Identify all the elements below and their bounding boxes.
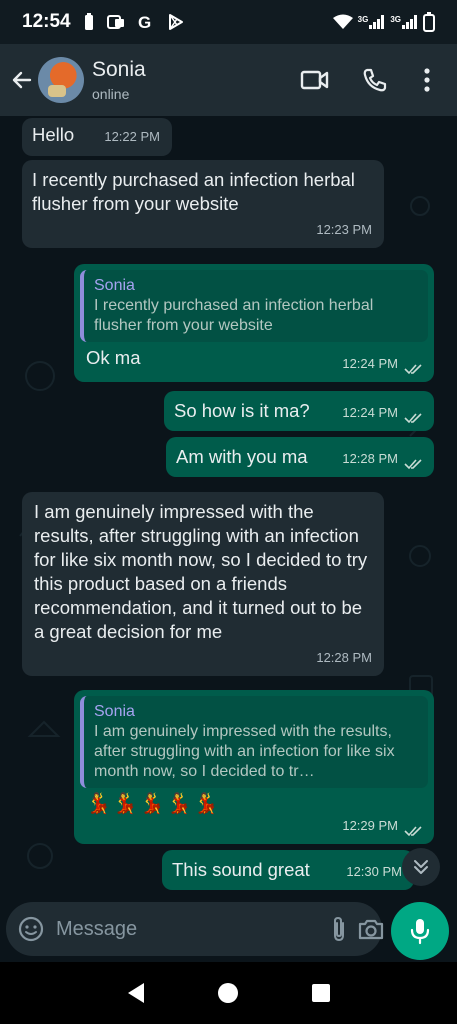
camera-icon [358,919,384,940]
microphone-icon [410,919,430,945]
more-vertical-icon [424,68,430,92]
emoji-button[interactable] [18,909,44,949]
quote-text: I am genuinely impressed with the result… [94,723,395,780]
composer-bar [0,902,457,960]
emoji-icon [18,916,44,942]
nav-home-button[interactable] [208,973,248,1013]
contact-name: Sonia [92,58,146,81]
message-time: 12:28 PM [342,451,398,466]
svg-text:G: G [138,13,151,31]
network-type-label: 3G [357,15,369,24]
message-text: This sound great [172,859,310,880]
avatar[interactable] [38,57,84,103]
signal-icon-2: 3G [390,15,418,29]
read-ticks-icon [404,826,422,837]
status-time: 12:54 [22,11,71,32]
google-icon: G [137,13,155,31]
play-store-icon [167,13,185,31]
signal-icon-1: 3G [358,15,386,29]
wifi-icon [332,14,353,30]
message-bubble-incoming[interactable]: I am genuinely impressed with the result… [22,492,384,676]
message-text: Ok ma [86,347,141,368]
message-time: 12:24 PM [342,405,398,420]
arrow-left-icon [12,71,32,89]
message-bubble-outgoing[interactable]: So how is it ma? 12:24 PM [164,391,434,431]
message-text: I am genuinely impressed with the result… [34,501,368,642]
message-time: 12:30 PM [346,864,402,879]
chat-header: Sonia online [0,44,457,116]
more-options-button[interactable] [405,55,449,105]
message-text: I recently purchased an infection herbal… [32,169,355,214]
message-bubble-outgoing[interactable]: Sonia I recently purchased an infection … [74,264,434,382]
message-composer [6,902,385,956]
phone-icon [363,68,387,92]
camera-button[interactable] [357,909,385,949]
double-chevron-down-icon [414,860,428,874]
message-text: Am with you ma [176,446,308,467]
message-time: 12:23 PM [316,222,372,237]
message-bubble-incoming[interactable]: I recently purchased an infection herbal… [22,160,384,248]
quote-sender: Sonia [94,703,135,720]
scroll-to-bottom-button[interactable] [402,848,440,886]
system-navigation-bar [0,962,457,1024]
contact-status: online [92,86,130,102]
message-text: 💃💃💃💃💃 [86,793,221,815]
message-bubble-incoming[interactable]: Hello 12:22 PM [22,118,172,156]
message-input[interactable] [56,911,321,947]
quote-sender: Sonia [94,277,135,294]
voice-call-button[interactable] [345,55,405,105]
read-ticks-icon [404,459,422,470]
contact-info[interactable]: Sonia online [92,58,146,102]
nav-back-button[interactable] [116,973,156,1013]
back-button[interactable] [8,60,36,100]
video-call-button[interactable] [285,55,345,105]
app-notification-icon [106,14,125,30]
message-time: 12:24 PM [342,356,398,371]
message-time: 12:29 PM [342,818,398,833]
message-time: 12:28 PM [316,650,372,665]
network-type-label: 3G [390,15,401,24]
chat-area[interactable]: Hello 12:22 PM I recently purchased an i… [0,116,457,902]
battery-icon [423,12,435,32]
triangle-back-icon [128,983,145,1003]
message-text: Hello [32,124,75,145]
attach-button[interactable] [331,909,347,949]
video-camera-icon [300,70,329,90]
message-bubble-outgoing[interactable]: This sound great 12:30 PM [162,850,414,890]
message-time: 12:22 PM [104,129,160,144]
quoted-message[interactable]: Sonia I am genuinely impressed with the … [80,696,428,788]
read-ticks-icon [404,413,422,424]
message-text: So how is it ma? [174,400,310,421]
status-bar: 12:54 G 3G 3G [0,0,457,44]
quote-text: I recently purchased an infection herbal… [94,297,374,334]
circle-home-icon [218,983,239,1003]
square-recents-icon [311,984,330,1002]
paperclip-icon [334,916,344,942]
message-bubble-outgoing[interactable]: Sonia I am genuinely impressed with the … [74,690,434,844]
message-bubble-outgoing[interactable]: Am with you ma 12:28 PM [166,437,434,477]
read-ticks-icon [404,364,422,375]
voice-message-button[interactable] [391,902,449,960]
quoted-message[interactable]: Sonia I recently purchased an infection … [80,270,428,342]
battery-saver-icon [83,13,95,31]
nav-recents-button[interactable] [301,973,341,1013]
